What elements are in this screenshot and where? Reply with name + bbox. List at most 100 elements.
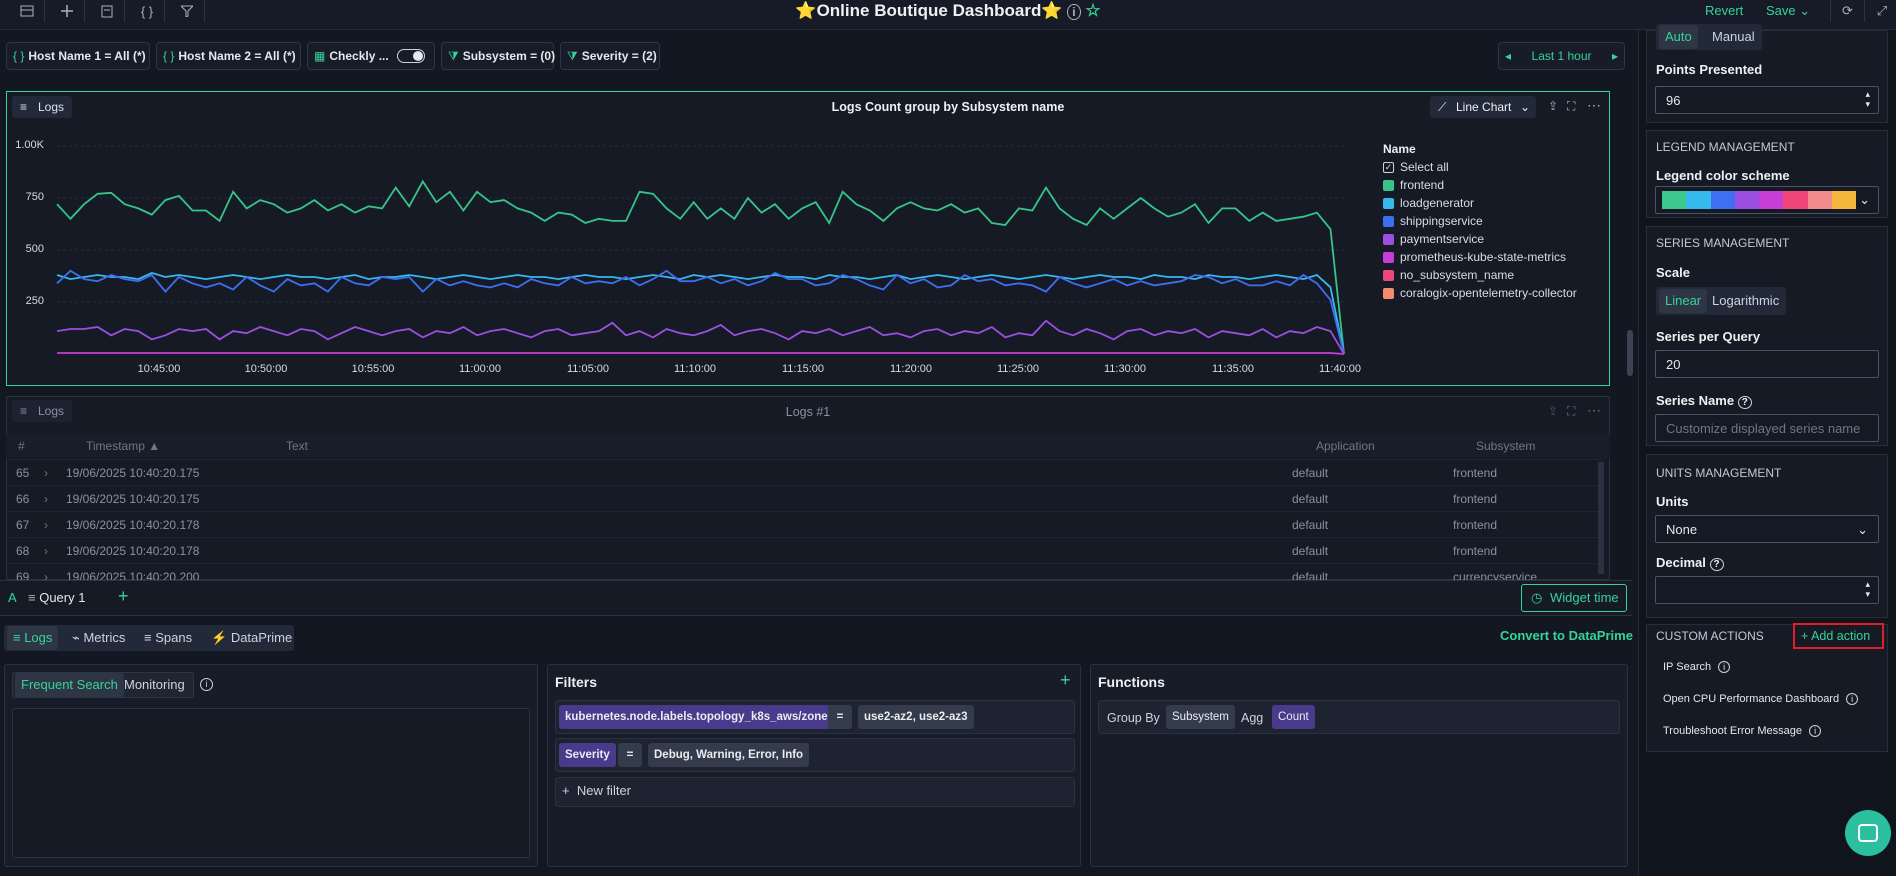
- expand-row-icon: ›: [44, 492, 48, 506]
- table-row[interactable]: 65›19/06/2025 10:40:20.175json.http_req_…: [6, 459, 1602, 485]
- scale-logarithmic[interactable]: Logarithmic: [1706, 289, 1785, 313]
- series-line-shippingservice[interactable]: [56, 269, 1345, 355]
- legend-item-paymentservice[interactable]: paymentservice: [1383, 232, 1484, 246]
- legend-swatch: [1383, 269, 1394, 281]
- scheme-swatch: [1710, 191, 1735, 209]
- row-subsystem: frontend: [1453, 492, 1498, 506]
- scale-linear[interactable]: Linear: [1659, 289, 1708, 313]
- scale-label: Scale: [1656, 265, 1690, 280]
- chat-support-button[interactable]: [1845, 810, 1891, 856]
- help-icon: ?: [1737, 396, 1752, 409]
- scheme-swatch: [1734, 191, 1759, 209]
- legend-swatch: [1383, 251, 1394, 263]
- chat-icon: [1858, 824, 1878, 842]
- functions-panel: [1090, 664, 1628, 867]
- col-application[interactable]: Application: [1316, 439, 1375, 453]
- custom-action-open-cpu-dashboard[interactable]: Open CPU Performance Dashboard i: [1663, 693, 1859, 705]
- query-type-metrics[interactable]: ⌁ Metrics: [66, 626, 131, 650]
- legend-item-coralogix-opentelemetry-collector[interactable]: coralogix-opentelemetry-collector: [1383, 286, 1577, 300]
- filter-operator[interactable]: =: [618, 743, 642, 767]
- logs-title: Logs #1: [785, 405, 831, 419]
- custom-action-troubleshoot-error[interactable]: Troubleshoot Error Message i: [1663, 725, 1822, 737]
- expand-row-icon: ›: [44, 518, 48, 532]
- query-type-spans[interactable]: ≡ Spans: [138, 626, 198, 650]
- help-icon: ?: [1709, 558, 1724, 571]
- query-tab-1[interactable]: ≡ Query 1: [28, 590, 85, 605]
- add-filter-icon[interactable]: +: [1060, 670, 1071, 691]
- legend-item-frontend[interactable]: frontend: [1383, 178, 1444, 192]
- filter-operator[interactable]: =: [828, 705, 852, 729]
- chevron-down-icon: ⌄: [1857, 522, 1868, 537]
- info-icon[interactable]: i: [200, 678, 213, 691]
- expand-row-icon: ›: [44, 544, 48, 558]
- scheme-swatch: [1831, 191, 1856, 209]
- col-text[interactable]: Text: [286, 439, 308, 453]
- series-section-title: SERIES MANAGEMENT: [1656, 236, 1790, 250]
- custom-action-ip-search[interactable]: IP Search i: [1663, 661, 1731, 673]
- scheme-swatch: [1662, 191, 1687, 209]
- export-icon[interactable]: ⇪: [1548, 404, 1558, 418]
- table-row[interactable]: 66›19/06/2025 10:40:20.175json.http_req_…: [6, 485, 1602, 511]
- points-presented-label: Points Presented: [1656, 62, 1763, 77]
- more-icon[interactable]: ⋯: [1587, 402, 1601, 419]
- row-application: default: [1292, 518, 1329, 532]
- fullscreen-icon[interactable]: ⛶: [1567, 404, 1575, 419]
- series-name-input[interactable]: Customize displayed series name: [1655, 414, 1879, 442]
- filter-value[interactable]: Debug, Warning, Error, Info: [648, 743, 810, 767]
- filter-key[interactable]: Severity: [559, 743, 616, 767]
- agg-value[interactable]: Count: [1272, 705, 1315, 729]
- col-subsystem[interactable]: Subsystem: [1476, 439, 1535, 453]
- legend-item-loadgenerator[interactable]: loadgenerator: [1383, 196, 1474, 210]
- table-scrollbar[interactable]: [1598, 462, 1604, 574]
- filter-key[interactable]: kubernetes.node.labels.topology_k8s_aws/…: [559, 705, 848, 729]
- query-editor[interactable]: [12, 708, 530, 858]
- decimal-input[interactable]: ▴ ▾: [1655, 576, 1879, 604]
- info-icon: i: [1718, 661, 1731, 673]
- row-index: 66: [16, 492, 30, 506]
- widget-time-button[interactable]: ◷ Widget time: [1521, 584, 1627, 612]
- tab-frequent-search[interactable]: Frequent Search: [15, 673, 124, 697]
- functions-title: Functions: [1098, 674, 1165, 690]
- mode-manual[interactable]: Manual: [1706, 25, 1761, 49]
- convert-to-dataprime-link[interactable]: Convert to DataPrime: [1500, 628, 1633, 643]
- legend-item-prometheus-kube-state-metrics[interactable]: prometheus-kube-state-metrics: [1383, 250, 1566, 264]
- col-timestamp[interactable]: Timestamp ▲: [86, 439, 160, 453]
- group-by-value[interactable]: Subsystem: [1166, 705, 1235, 729]
- series-line-frontend[interactable]: [56, 179, 1345, 355]
- legend-select-all[interactable]: ✓ Select all: [1383, 160, 1449, 174]
- tab-monitoring[interactable]: Monitoring: [118, 673, 191, 697]
- table-row[interactable]: 67›19/06/2025 10:40:20.178kubernetes.dep…: [6, 511, 1602, 537]
- query-letter: A: [8, 590, 17, 605]
- legend-swatch: [1383, 197, 1394, 209]
- series-line-prometheus-kube-state-metrics[interactable]: [57, 352, 1345, 355]
- new-filter-button[interactable]: [555, 777, 1075, 807]
- points-presented-input[interactable]: 96 ▴ ▾: [1655, 86, 1879, 114]
- mode-auto[interactable]: Auto: [1659, 25, 1698, 49]
- main-scrollbar[interactable]: [1627, 330, 1633, 376]
- scheme-swatch: [1759, 191, 1784, 209]
- row-subsystem: frontend: [1453, 466, 1498, 480]
- series-line-paymentservice[interactable]: [56, 319, 1345, 355]
- row-index: 65: [16, 466, 30, 480]
- legend-color-scheme-select[interactable]: ⌄: [1655, 186, 1879, 214]
- query-type-dataprime[interactable]: ⚡ DataPrime: [205, 626, 298, 650]
- info-icon: i: [1846, 693, 1859, 705]
- add-query-icon[interactable]: +: [118, 586, 129, 607]
- table-row[interactable]: 68›19/06/2025 10:40:20.178json.http_req_…: [6, 537, 1602, 563]
- add-action-button[interactable]: + Add action: [1793, 623, 1884, 649]
- legend-item-shippingservice[interactable]: shippingservice: [1383, 214, 1483, 228]
- row-timestamp: 19/06/2025 10:40:20.178: [66, 544, 200, 558]
- filter-value[interactable]: use2-az2, use2-az3: [858, 705, 974, 729]
- row-subsystem: frontend: [1453, 518, 1498, 532]
- legend-swatch: [1383, 233, 1394, 245]
- info-icon: i: [1809, 725, 1822, 737]
- units-select[interactable]: None ⌄: [1655, 515, 1879, 543]
- new-filter-label: + New filter: [562, 783, 632, 798]
- row-subsystem: frontend: [1453, 544, 1498, 558]
- series-per-query-input[interactable]: 20: [1655, 350, 1879, 378]
- query-tabs-bar: [0, 580, 1632, 616]
- legend-item-no_subsystem_name[interactable]: no_subsystem_name: [1383, 268, 1514, 282]
- legend-swatch: [1383, 215, 1394, 227]
- series-per-query-label: Series per Query: [1656, 329, 1761, 344]
- query-type-logs[interactable]: ≡ Logs: [7, 626, 59, 650]
